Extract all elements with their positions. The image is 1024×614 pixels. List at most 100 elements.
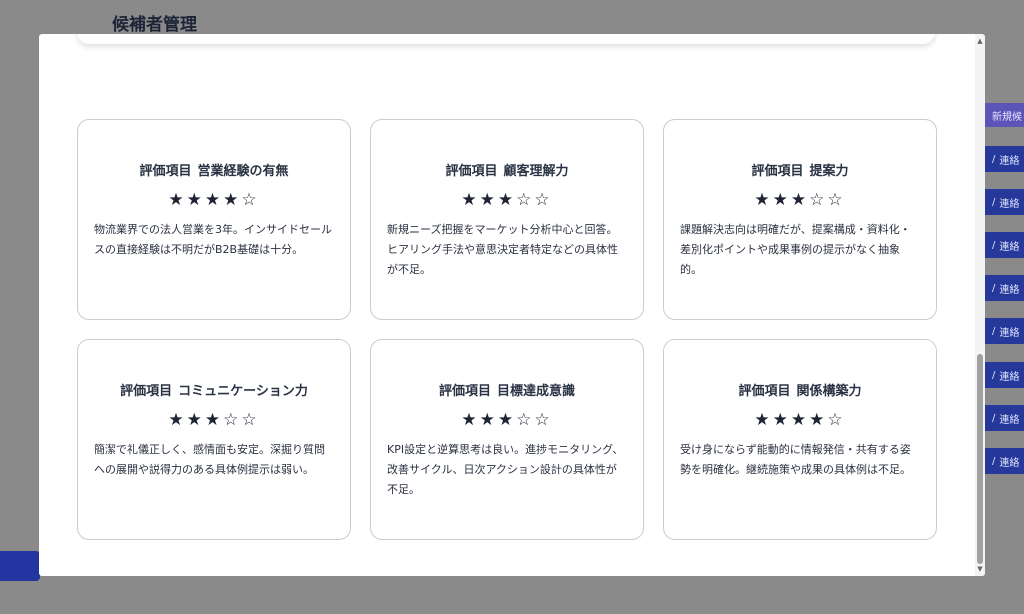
contact-label: 連絡 xyxy=(999,414,1020,426)
contact-button[interactable]: / 連絡 xyxy=(984,232,1024,258)
new-candidate-button[interactable]: 新規候 xyxy=(984,103,1024,127)
star-filled-icon: ★ xyxy=(204,410,224,430)
star-filled-icon: ★ xyxy=(809,410,828,430)
star-rating: ★★★☆☆ xyxy=(387,409,627,431)
contact-button[interactable]: / 連絡 xyxy=(984,189,1024,215)
card-label: 評価項目 xyxy=(445,164,498,179)
star-empty-icon: ☆ xyxy=(827,410,846,430)
star-filled-icon: ★ xyxy=(223,190,242,210)
scroll-thumb[interactable] xyxy=(977,354,983,564)
contact-button[interactable]: / 連絡 xyxy=(984,448,1024,474)
edit-icon: / xyxy=(992,455,996,467)
contact-label: 連絡 xyxy=(999,155,1020,167)
star-empty-icon: ☆ xyxy=(223,410,242,430)
scroll-down-icon[interactable]: ▼ xyxy=(976,564,984,574)
contact-button[interactable]: / 連絡 xyxy=(984,318,1024,344)
star-empty-icon: ☆ xyxy=(516,410,535,430)
edit-icon: / xyxy=(992,196,996,208)
evaluation-card: 評価項目 営業経験の有無 ★★★★☆ 物流業界での法人営業を3年。インサイドセールスの… xyxy=(77,119,351,320)
star-filled-icon: ★ xyxy=(479,410,498,430)
card-comment: 新規ニーズ把握をマーケット分析中心と回答。ヒアリング手法や意思決定者特定などの具… xyxy=(387,223,618,276)
contact-label: 連絡 xyxy=(999,284,1020,296)
scroll-up-icon[interactable]: ▲ xyxy=(976,36,984,46)
star-rating: ★★★★☆ xyxy=(680,409,920,431)
card-item-name: 関係構築力 xyxy=(796,384,862,399)
star-filled-icon: ★ xyxy=(204,190,224,210)
star-filled-icon: ★ xyxy=(186,410,205,430)
star-empty-icon: ☆ xyxy=(516,190,535,210)
contact-button[interactable]: / 連絡 xyxy=(984,362,1024,388)
star-filled-icon: ★ xyxy=(497,410,517,430)
card-label: 評価項目 xyxy=(738,384,791,399)
evaluation-card: 評価項目 顧客理解力 ★★★☆☆ 新規ニーズ把握をマーケット分析中心と回答。ヒアリング… xyxy=(370,119,644,320)
edit-icon: / xyxy=(992,282,996,294)
star-filled-icon: ★ xyxy=(168,190,187,210)
card-comment: 物流業界での法人営業を3年。インサイドセールスの直接経験は不明だがB2B基礎は十… xyxy=(94,223,332,256)
background-button[interactable] xyxy=(0,551,40,581)
contact-label: 連絡 xyxy=(999,457,1020,469)
card-comment: 受け身にならず能動的に情報発信・共有する姿勢を明確化。継続施策や成果の具体例は不… xyxy=(680,443,911,476)
card-label: 評価項目 xyxy=(438,384,491,399)
evaluation-card: 評価項目 目標達成意識 ★★★☆☆ KPI設定と逆算思考は良い。進捗モニタリング、改善… xyxy=(370,339,644,540)
card-label: 評価項目 xyxy=(751,164,804,179)
contact-button[interactable]: / 連絡 xyxy=(984,405,1024,431)
page-title: 候補者管理 xyxy=(112,15,197,35)
star-filled-icon: ★ xyxy=(497,190,517,210)
star-rating: ★★★☆☆ xyxy=(680,189,920,211)
star-filled-icon: ★ xyxy=(479,190,498,210)
summary-card-edge xyxy=(77,34,935,44)
star-rating: ★★★☆☆ xyxy=(94,409,334,431)
contact-label: 連絡 xyxy=(999,198,1020,210)
star-filled-icon: ★ xyxy=(790,190,810,210)
card-title: 評価項目 顧客理解力 xyxy=(387,160,627,179)
star-empty-icon: ☆ xyxy=(827,190,846,210)
card-comment: 簡潔で礼儀正しく、感情面も安定。深掘り質問への展開や説得力のある具体例提示は弱い… xyxy=(94,443,325,476)
star-filled-icon: ★ xyxy=(461,190,480,210)
card-item-name: 顧客理解力 xyxy=(503,164,569,179)
star-filled-icon: ★ xyxy=(754,190,773,210)
star-rating: ★★★☆☆ xyxy=(387,189,627,211)
star-filled-icon: ★ xyxy=(754,410,773,430)
star-empty-icon: ☆ xyxy=(534,410,553,430)
star-filled-icon: ★ xyxy=(772,190,791,210)
card-item-name: 提案力 xyxy=(809,164,849,179)
contact-label: 連絡 xyxy=(999,327,1020,339)
edit-icon: / xyxy=(992,325,996,337)
star-filled-icon: ★ xyxy=(772,410,791,430)
card-item-name: 目標達成意識 xyxy=(497,384,576,399)
new-candidate-label: 新規候 xyxy=(992,111,1022,123)
edit-icon: / xyxy=(992,239,996,251)
contact-button[interactable]: / 連絡 xyxy=(984,275,1024,301)
card-label: 評価項目 xyxy=(120,384,173,399)
contact-button[interactable]: / 連絡 xyxy=(984,146,1024,172)
star-filled-icon: ★ xyxy=(790,410,810,430)
evaluation-card: 評価項目 提案力 ★★★☆☆ 課題解決志向は明確だが、提案構成・資料化・差別化ポイント… xyxy=(663,119,937,320)
card-title: 評価項目 営業経験の有無 xyxy=(94,160,334,179)
card-title: 評価項目 関係構築力 xyxy=(680,380,920,399)
evaluation-card: 評価項目 コミュニケーション力 ★★★☆☆ 簡潔で礼儀正しく、感情面も安定。深掘り質問… xyxy=(77,339,351,540)
card-item-name: コミュニケーション力 xyxy=(178,384,308,399)
edit-icon: / xyxy=(992,369,996,381)
card-label: 評価項目 xyxy=(139,164,192,179)
star-empty-icon: ☆ xyxy=(241,190,260,210)
card-title: 評価項目 目標達成意識 xyxy=(387,380,627,399)
evaluation-grid: 評価項目 営業経験の有無 ★★★★☆ 物流業界での法人営業を3年。インサイドセールスの… xyxy=(77,119,937,540)
edit-icon: / xyxy=(992,412,996,424)
modal-scrollbar[interactable]: ▲ ▼ xyxy=(975,34,985,576)
contact-label: 連絡 xyxy=(999,241,1020,253)
edit-icon: / xyxy=(992,153,996,165)
card-title: 評価項目 提案力 xyxy=(680,160,920,179)
star-empty-icon: ☆ xyxy=(534,190,553,210)
star-filled-icon: ★ xyxy=(461,410,480,430)
evaluation-modal: 評価項目 営業経験の有無 ★★★★☆ 物流業界での法人営業を3年。インサイドセールスの… xyxy=(39,34,985,576)
star-empty-icon: ☆ xyxy=(241,410,260,430)
card-title: 評価項目 コミュニケーション力 xyxy=(94,380,334,399)
star-filled-icon: ★ xyxy=(186,190,205,210)
contact-label: 連絡 xyxy=(999,371,1020,383)
star-rating: ★★★★☆ xyxy=(94,189,334,211)
card-item-name: 営業経験の有無 xyxy=(197,164,289,179)
star-filled-icon: ★ xyxy=(168,410,187,430)
star-empty-icon: ☆ xyxy=(809,190,828,210)
evaluation-card: 評価項目 関係構築力 ★★★★☆ 受け身にならず能動的に情報発信・共有する姿勢を明確化… xyxy=(663,339,937,540)
card-comment: 課題解決志向は明確だが、提案構成・資料化・差別化ポイントや成果事例の提示がなく抽… xyxy=(680,223,911,276)
